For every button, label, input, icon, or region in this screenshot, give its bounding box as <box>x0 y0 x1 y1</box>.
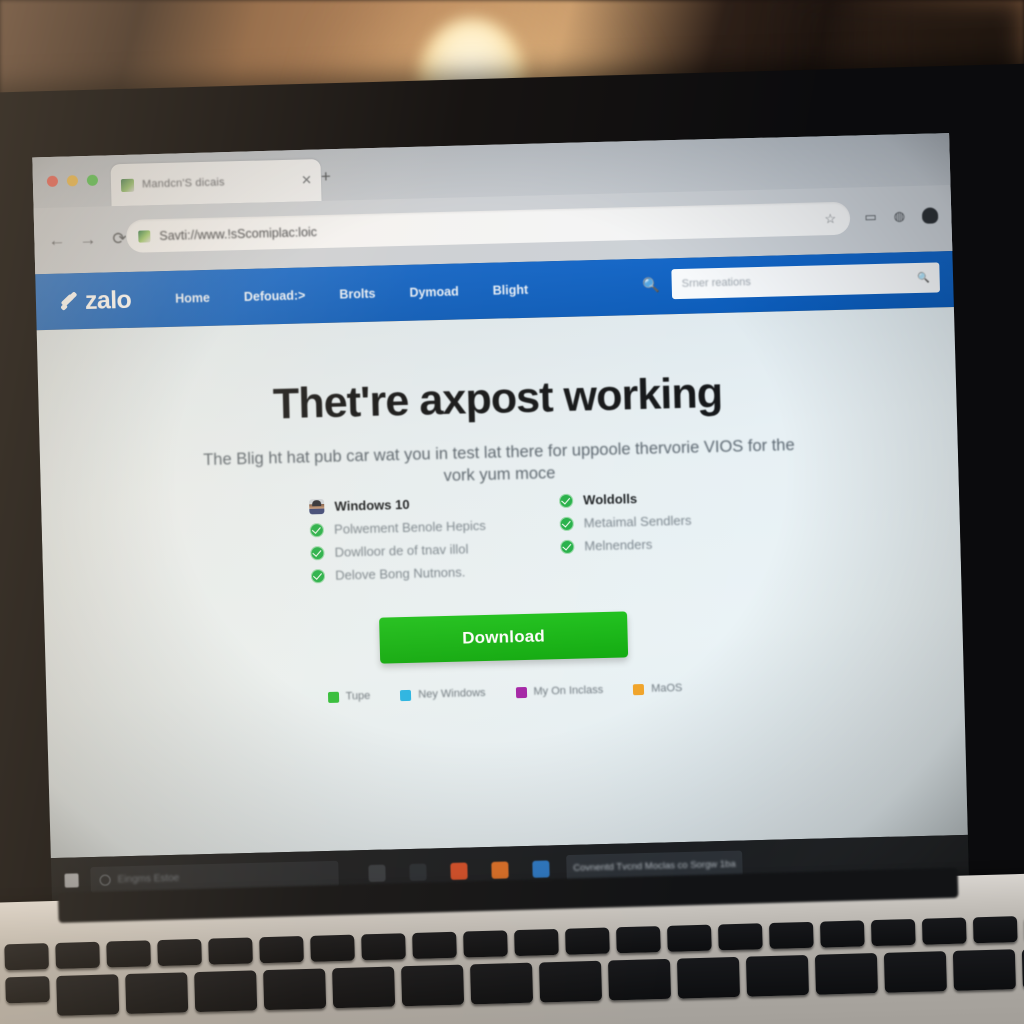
profile-avatar-icon[interactable] <box>921 207 939 224</box>
list-item: Windows 10 <box>309 495 485 515</box>
feature-label: Melnenders <box>584 536 653 554</box>
nav-item-dymoad[interactable]: Dymoad <box>409 285 459 300</box>
tab-title: Mandcn'S dicais <box>141 176 225 191</box>
platform-swatch-icon <box>400 689 412 701</box>
platform-links: Tupe Ney Windows My On Inclass MaOS <box>46 675 964 710</box>
list-item: Delove Bong Nutnons. <box>311 564 487 583</box>
feature-column-right: Woldolls Metaimal Sendlers Melnenders <box>559 490 693 577</box>
keyboard <box>0 907 1024 1024</box>
tab-favicon-icon <box>120 178 135 192</box>
platform-link-windows[interactable]: Ney Windows <box>400 687 486 701</box>
site-favicon-icon <box>138 229 151 243</box>
feature-label: Polwement Benole Hepics <box>333 517 487 537</box>
platform-swatch-icon <box>327 691 339 703</box>
taskbar-search-placeholder: Eingms Estoe <box>117 872 180 885</box>
subtitle-line-1: The Blig ht hat pub car wat you in test … <box>203 438 700 470</box>
feature-label: Woldolls <box>583 491 638 508</box>
tab-close-icon[interactable]: ✕ <box>301 172 312 188</box>
list-item: Dowlloor de of tnav illol <box>310 541 487 560</box>
check-icon <box>559 516 574 531</box>
search-placeholder: Srner reations <box>681 276 751 290</box>
hero-section: Thet're axpost working The Blig ht hat p… <box>38 363 959 498</box>
address-bar-url: Savti://www.!sScomiplac:loic <box>159 224 318 243</box>
feature-label: Metaimal Sendlers <box>583 512 692 531</box>
main-navigation: Home Defouad:> Brolts Dymoad Blight <box>175 283 528 306</box>
zalo-logo-icon <box>60 291 80 311</box>
check-icon <box>560 539 575 554</box>
platform-label: Ney Windows <box>418 687 486 701</box>
browser-chrome: Mandcn'S dicais ✕ + ← → ⟳ Savti://www.!s… <box>32 133 953 275</box>
info-icon[interactable]: ◍ <box>894 208 906 224</box>
platform-link-macos[interactable]: MaOS <box>633 682 682 695</box>
start-button-icon[interactable] <box>64 873 79 888</box>
app-blue-icon[interactable] <box>532 859 550 878</box>
nav-item-downloads[interactable]: Defouad:> <box>244 288 306 304</box>
feature-label: Dowlloor de of tnav illol <box>334 541 469 560</box>
extensions-icon[interactable]: ▭ <box>864 209 877 225</box>
platform-swatch-icon <box>515 686 527 698</box>
search-icon[interactable]: 🔍 <box>642 276 660 293</box>
nav-item-blight[interactable]: Blight <box>493 283 529 298</box>
close-window-icon[interactable] <box>46 175 59 187</box>
reload-icon[interactable]: ⟳ <box>112 229 127 249</box>
page-content: Thet're axpost working The Blig ht hat p… <box>36 307 968 859</box>
check-icon <box>310 545 325 560</box>
page-subtitle: The Blig ht hat pub car wat you in test … <box>189 434 810 494</box>
platform-link-inclass[interactable]: My On Inclass <box>515 684 603 698</box>
platform-link-tupe[interactable]: Tupe <box>327 689 371 703</box>
bookmark-star-icon[interactable]: ☆ <box>824 211 836 227</box>
app-orange-icon[interactable] <box>491 860 509 879</box>
list-item: Metaimal Sendlers <box>559 512 692 531</box>
toolbar-actions: ▭ ◍ <box>864 207 939 225</box>
task-view-icon[interactable] <box>368 864 386 882</box>
avatar-icon <box>309 499 325 515</box>
check-icon <box>559 493 574 508</box>
header-search: 🔍 Srner reations 🔍 <box>642 262 941 300</box>
list-item: Woldolls <box>559 490 691 508</box>
brand-name: zalo <box>84 285 132 315</box>
brand-logo[interactable]: zalo <box>60 285 132 316</box>
address-bar[interactable]: Savti://www.!sScomiplac:loic ☆ <box>125 201 851 253</box>
feature-label: Windows 10 <box>334 496 410 514</box>
new-tab-icon[interactable]: + <box>321 167 331 187</box>
laptop: Mandcn'S dicais ✕ + ← → ⟳ Savti://www.!s… <box>0 63 1024 933</box>
feature-lists: Windows 10 Polwement Benole Hepics Dowll… <box>41 483 961 590</box>
browser-tab[interactable]: Mandcn'S dicais ✕ <box>110 159 322 207</box>
list-item: Melnenders <box>560 536 692 554</box>
nav-item-products[interactable]: Brolts <box>339 287 375 302</box>
laptop-screen: Mandcn'S dicais ✕ + ← → ⟳ Savti://www.!s… <box>31 131 970 906</box>
download-button[interactable]: Download <box>379 611 629 664</box>
app-red-icon[interactable] <box>450 862 468 880</box>
platform-label: MaOS <box>651 682 683 695</box>
window-controls[interactable] <box>46 174 99 187</box>
history-icon[interactable] <box>409 863 427 881</box>
search-submit-icon[interactable]: 🔍 <box>917 272 930 283</box>
back-icon[interactable]: ← <box>48 230 66 250</box>
maximize-window-icon[interactable] <box>86 174 99 186</box>
search-icon <box>99 874 111 886</box>
taskbar-tooltip-text: Covnentd Tvcnd Moclas co Sorgw 1ba <box>573 858 736 874</box>
minimize-window-icon[interactable] <box>66 175 79 187</box>
photo-scene: Mandcn'S dicais ✕ + ← → ⟳ Savti://www.!s… <box>0 0 1024 1024</box>
download-section: Download <box>44 603 963 672</box>
nav-item-home[interactable]: Home <box>175 291 210 306</box>
platform-swatch-icon <box>633 683 645 695</box>
list-item: Polwement Benole Hepics <box>309 517 487 537</box>
laptop-base <box>0 867 1024 1024</box>
page-title: Thet're axpost working <box>272 368 723 429</box>
check-icon <box>309 522 325 537</box>
check-icon <box>311 568 326 583</box>
feature-column-left: Windows 10 Polwement Benole Hepics Dowll… <box>309 495 487 583</box>
feature-label: Delove Bong Nutnons. <box>335 564 466 583</box>
search-input[interactable]: Srner reations 🔍 <box>671 262 941 300</box>
platform-label: Tupe <box>345 689 371 703</box>
forward-icon[interactable]: → <box>79 230 97 250</box>
platform-label: My On Inclass <box>533 684 604 698</box>
